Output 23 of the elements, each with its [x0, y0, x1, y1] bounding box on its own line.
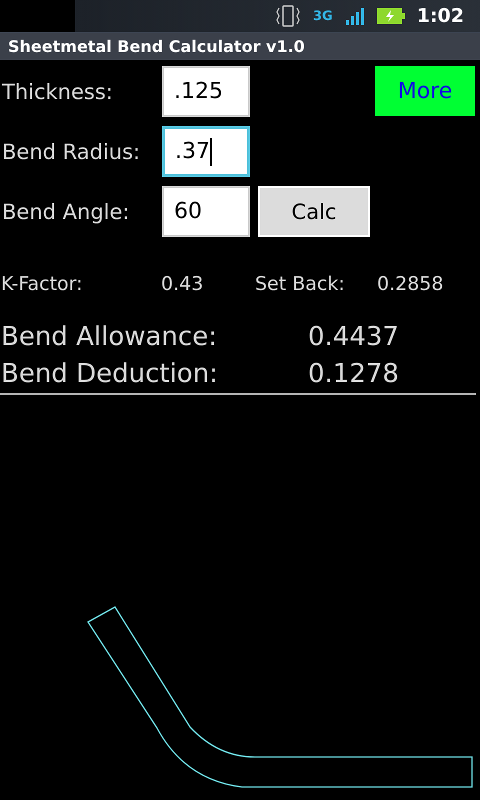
text-cursor [210, 138, 212, 166]
calc-button[interactable]: Calc [258, 186, 370, 237]
result-label: Set Back: [254, 273, 346, 295]
field-label: Bend Angle: [1, 200, 130, 224]
window-title: Sheetmetal Bend Calculator v1.0 [0, 33, 480, 60]
signal-icon [344, 7, 365, 25]
vibrate-icon [275, 4, 302, 28]
input-field[interactable]: .125 [162, 66, 250, 117]
result-label: Bend Allowance: [0, 321, 218, 354]
field-label: Thickness: [1, 80, 114, 104]
network-type: 3G [313, 10, 333, 22]
input-field[interactable]: .37 [162, 126, 250, 177]
result-value: 0.2858 [376, 273, 444, 295]
result-value: 0.4437 [307, 321, 400, 354]
field-label: Bend Radius: [1, 140, 142, 164]
clock: 1:02 [416, 5, 464, 27]
result-value: 0.1278 [307, 358, 400, 391]
input-field[interactable]: 60 [162, 186, 250, 237]
battery-charging-icon [376, 8, 405, 24]
result-label: K-Factor: [0, 273, 84, 295]
result-value: 0.43 [160, 273, 204, 295]
result-label: Bend Deduction: [0, 358, 219, 391]
more-button[interactable]: More [375, 66, 475, 116]
